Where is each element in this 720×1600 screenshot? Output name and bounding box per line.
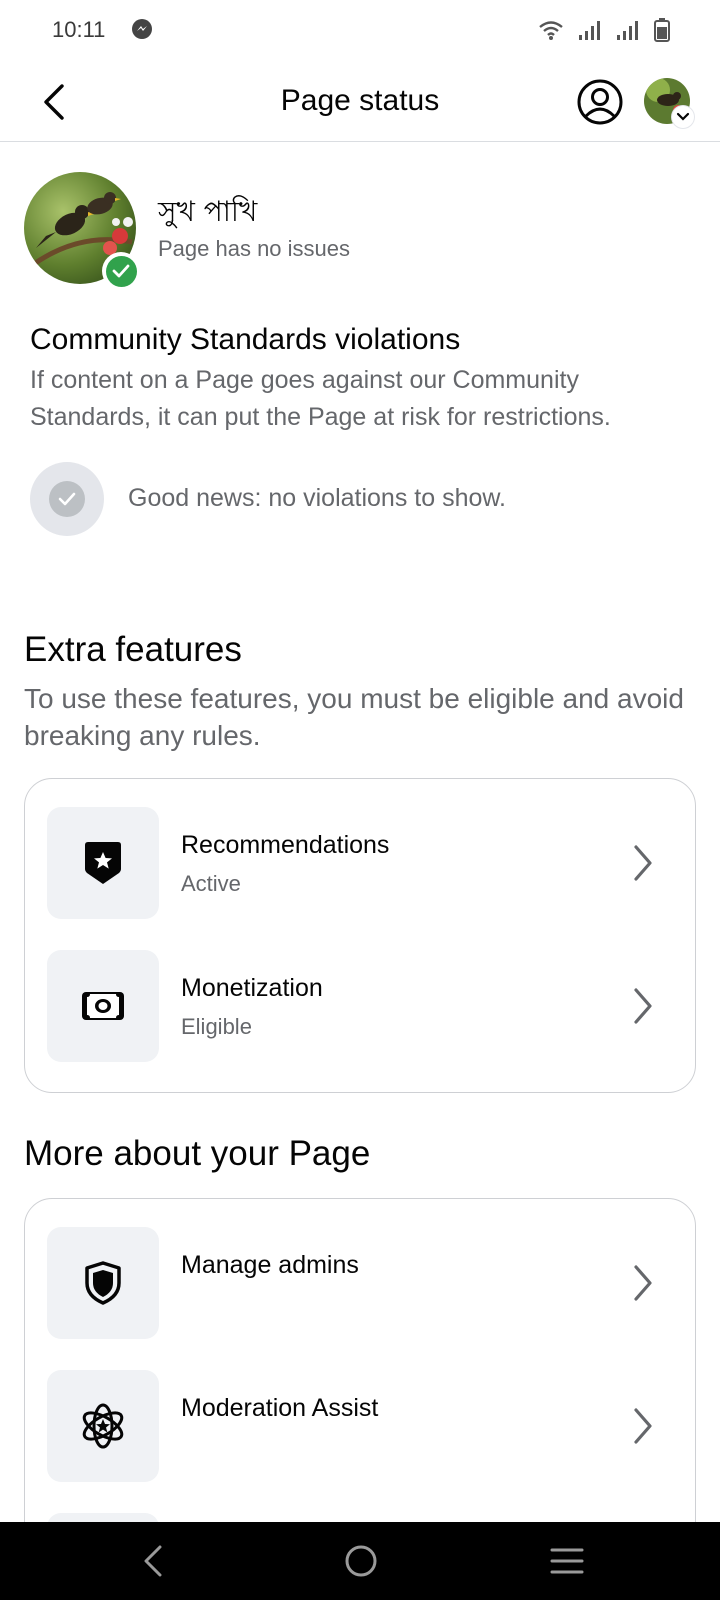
feature-row-monetization[interactable]: Monetization Eligible bbox=[47, 950, 675, 1062]
signal-icon-2 bbox=[617, 21, 638, 40]
page-name: সুখ পাখি bbox=[158, 195, 258, 228]
violations-status-text: Good news: no violations to show. bbox=[128, 484, 507, 512]
more-row-manage-admins[interactable]: Manage admins bbox=[47, 1227, 675, 1339]
atom-star-icon bbox=[47, 1370, 159, 1482]
nav-menu-icon bbox=[550, 1548, 584, 1574]
page-switcher-button[interactable] bbox=[644, 78, 694, 128]
status-time: 10:11 bbox=[52, 17, 106, 42]
chevron-right-icon bbox=[623, 843, 663, 883]
feature-label: Recommendations bbox=[181, 831, 390, 859]
extra-features-description: To use these features, you must be eligi… bbox=[24, 683, 684, 751]
user-circle-icon bbox=[577, 79, 623, 125]
app-bar: Page status bbox=[0, 62, 720, 142]
more-about-card: Manage admins Moderation Assist bbox=[24, 1198, 696, 1579]
shield-icon bbox=[47, 1227, 159, 1339]
feature-status: Active bbox=[181, 871, 241, 896]
extra-features-title: Extra features bbox=[24, 630, 242, 669]
wifi-icon bbox=[539, 21, 563, 40]
nav-recents-button[interactable] bbox=[542, 1538, 592, 1584]
nav-back-button[interactable] bbox=[128, 1538, 178, 1584]
community-standards-title: Community Standards violations bbox=[30, 323, 461, 356]
more-about-title: More about your Page bbox=[24, 1134, 371, 1173]
check-icon bbox=[112, 264, 130, 278]
status-bar: 10:11 bbox=[0, 0, 720, 62]
status-check-icon bbox=[30, 462, 104, 536]
messenger-status-icon bbox=[132, 19, 152, 39]
chevron-right-icon bbox=[623, 986, 663, 1026]
more-row-moderation-assist[interactable]: Moderation Assist bbox=[47, 1370, 675, 1482]
feature-row-recommendations[interactable]: Recommendations Active bbox=[47, 807, 675, 919]
nav-home-button[interactable] bbox=[336, 1538, 386, 1584]
chevron-right-icon bbox=[623, 1406, 663, 1446]
violations-status: Good news: no violations to show. bbox=[30, 462, 690, 536]
chevron-right-icon bbox=[623, 1263, 663, 1303]
chevron-down-icon bbox=[672, 106, 694, 128]
page-status-text: Page has no issues bbox=[158, 236, 351, 261]
verified-badge bbox=[102, 252, 140, 290]
more-item-label: Manage admins bbox=[181, 1251, 359, 1279]
more-item-label: Moderation Assist bbox=[181, 1394, 379, 1422]
status-icons bbox=[538, 18, 670, 42]
extra-features-card: Recommendations Active Monetization Elig… bbox=[24, 778, 696, 1093]
signal-icon-1 bbox=[579, 21, 600, 40]
battery-icon bbox=[654, 18, 670, 42]
page-header: সুখ পাখি Page has no issues bbox=[24, 172, 704, 290]
feature-status: Eligible bbox=[181, 1014, 252, 1039]
system-nav-bar bbox=[0, 1522, 720, 1600]
badge-star-icon bbox=[47, 807, 159, 919]
nav-home-icon bbox=[345, 1545, 377, 1577]
money-icon bbox=[47, 950, 159, 1062]
community-standards-description: If content on a Page goes against our Co… bbox=[30, 366, 611, 431]
profile-button[interactable] bbox=[576, 78, 624, 126]
feature-label: Monetization bbox=[181, 974, 323, 1002]
nav-back-icon bbox=[144, 1545, 162, 1577]
